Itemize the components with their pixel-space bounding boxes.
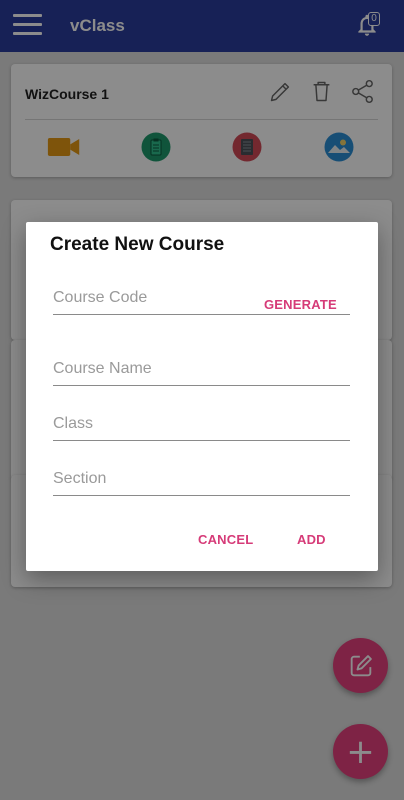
course-name-field[interactable] [53,360,350,386]
course-name-input[interactable] [53,360,350,383]
create-course-dialog: Create New Course GENERATE CANCEL ADD [26,222,378,571]
dialog-title: Create New Course [50,234,225,255]
generate-button[interactable]: GENERATE [264,297,337,312]
cancel-button[interactable]: CANCEL [198,532,253,547]
add-button[interactable]: ADD [297,532,326,547]
class-input[interactable] [53,415,350,438]
section-input[interactable] [53,470,350,493]
course-code-input[interactable] [53,289,243,312]
class-field[interactable] [53,415,350,441]
section-field[interactable] [53,470,350,496]
